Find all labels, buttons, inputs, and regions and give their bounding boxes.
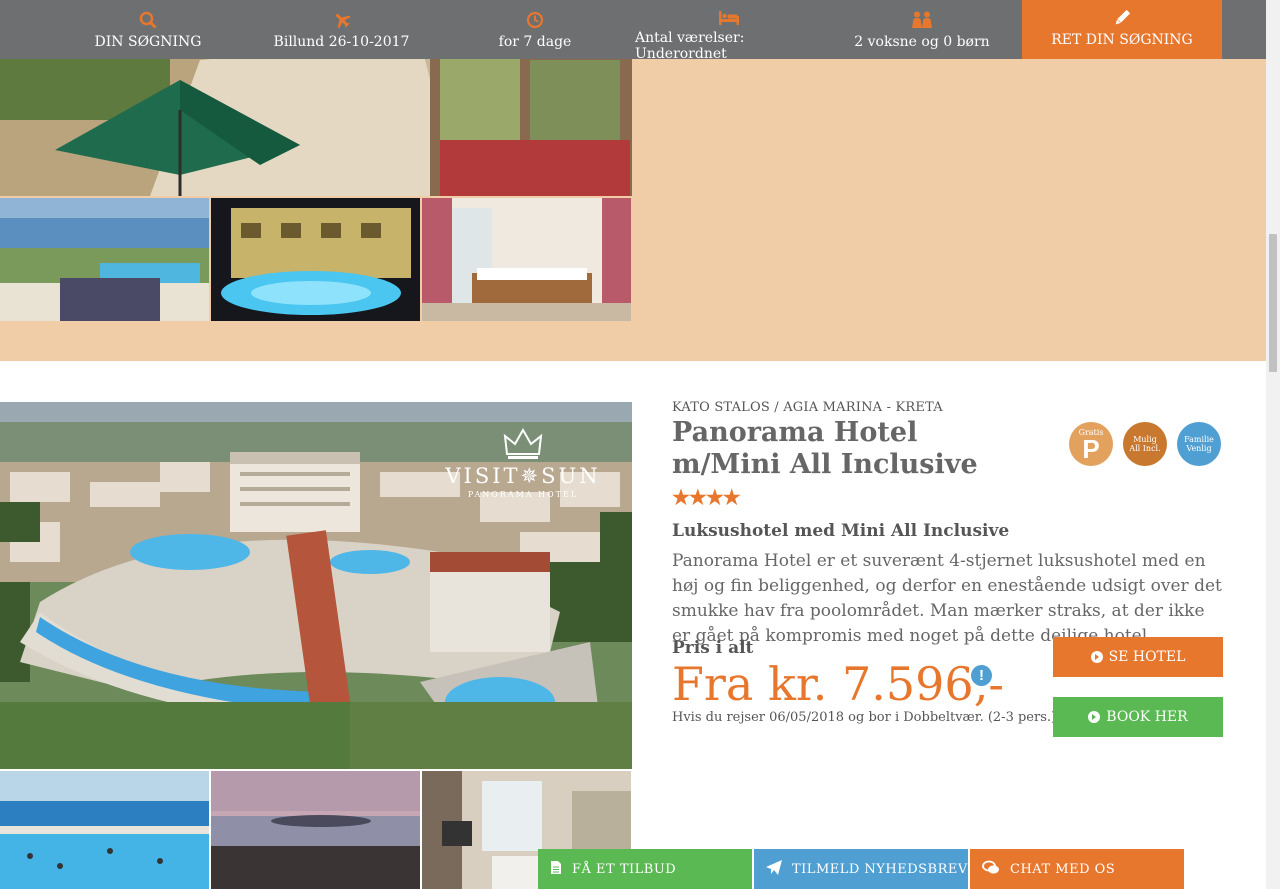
search-summary-item[interactable]: DIN SØGNING bbox=[48, 0, 248, 59]
edit-search-label: RET DIN SØGNING bbox=[1051, 32, 1193, 48]
edit-search-button[interactable]: RET DIN SØGNING bbox=[1022, 0, 1222, 59]
search-icon bbox=[139, 10, 157, 30]
hotel-title-text[interactable]: Panorama Hotel m/Mini All Inclusive bbox=[672, 417, 978, 480]
hotel-subtitle: Luksushotel med Mini All Inclusive bbox=[672, 521, 1010, 541]
newsletter-button[interactable]: TILMELD NYHEDSBREV bbox=[754, 849, 968, 889]
chat-button[interactable]: CHAT MED OS bbox=[970, 849, 1184, 889]
see-hotel-label: SE HOTEL bbox=[1108, 649, 1186, 665]
brand-subtitle: PANORAMA HOTEL bbox=[467, 490, 579, 499]
hotel-description: Panorama Hotel er et suverænt 4-stjernet… bbox=[672, 551, 1222, 646]
see-hotel-button[interactable]: SE HOTEL bbox=[1053, 637, 1223, 677]
thumbnail-row bbox=[0, 771, 631, 889]
price-block: Pris i alt Fra kr. 7.596,- Hvis du rejse… bbox=[672, 638, 1056, 725]
departure-label: Billund 26-10-2017 bbox=[273, 34, 410, 50]
get-offer-button[interactable]: FÅ ET TILBUD bbox=[538, 849, 752, 889]
hotel-title[interactable]: Panorama Hotel m/Mini All Inclusive ★★★★ bbox=[672, 417, 1032, 515]
departure-summary-item[interactable]: Billund 26-10-2017 bbox=[248, 0, 435, 59]
parking-icon: P bbox=[1082, 433, 1100, 464]
search-summary-label: DIN SØGNING bbox=[94, 34, 202, 50]
floating-action-bar: FÅ ET TILBUD TILMELD NYHEDSBREV CHAT MED… bbox=[538, 849, 1184, 889]
price-note: Hvis du rejser 06/05/2018 og bor i Dobbe… bbox=[672, 710, 1057, 725]
scrollbar-thumb[interactable] bbox=[1269, 234, 1277, 372]
brand-name: VISIT✵SUN bbox=[445, 464, 601, 488]
family-friendly-badge: Familie Venlig bbox=[1177, 422, 1221, 466]
rooms-summary-item[interactable]: Antal værelser: Underordnet bbox=[635, 0, 822, 62]
chat-label: CHAT MED OS bbox=[1010, 861, 1116, 877]
clock-icon bbox=[526, 10, 544, 30]
badge-main: All Incl. bbox=[1129, 444, 1161, 453]
get-offer-label: FÅ ET TILBUD bbox=[572, 861, 677, 877]
paper-plane-icon bbox=[766, 859, 782, 879]
newsletter-label: TILMELD NYHEDSBREV bbox=[792, 861, 968, 877]
hotel-thumbnail[interactable] bbox=[0, 198, 209, 321]
pencil-icon bbox=[1113, 8, 1131, 28]
bed-icon bbox=[718, 10, 740, 26]
hotel-thumbnail[interactable] bbox=[211, 198, 420, 321]
rooms-label: Antal værelser: Underordnet bbox=[635, 30, 745, 62]
price-value: Fra kr. 7.596,- bbox=[672, 657, 1004, 711]
star-rating: ★★★★ bbox=[672, 485, 741, 509]
thumbnail-row bbox=[0, 198, 631, 321]
book-button[interactable]: BOOK HER bbox=[1053, 697, 1223, 737]
plane-icon bbox=[333, 10, 351, 30]
page-scrollbar[interactable] bbox=[1266, 0, 1280, 889]
arrow-circle-icon bbox=[1090, 651, 1103, 663]
all-inclusive-badge: Mulig All Incl. bbox=[1123, 422, 1167, 466]
hotel-thumbnail[interactable] bbox=[0, 771, 209, 889]
crown-icon bbox=[438, 427, 608, 464]
badge-main: Venlig bbox=[1186, 444, 1212, 453]
people-icon bbox=[910, 10, 934, 30]
badge-caption: Mulig bbox=[1133, 435, 1157, 444]
travellers-label: 2 voksne og 0 børn bbox=[854, 34, 990, 50]
document-icon bbox=[550, 860, 562, 879]
hotel-thumbnail[interactable] bbox=[211, 771, 420, 889]
duration-label: for 7 dage bbox=[498, 34, 572, 50]
chat-icon bbox=[982, 860, 1000, 879]
arrow-circle-icon bbox=[1088, 711, 1101, 723]
badge-caption: Familie bbox=[1184, 435, 1214, 444]
book-label: BOOK HER bbox=[1106, 709, 1188, 725]
search-summary-bar: DIN SØGNING Billund 26-10-2017 for 7 dag… bbox=[0, 0, 1266, 62]
hotel-thumbnail[interactable] bbox=[422, 198, 631, 321]
duration-summary-item[interactable]: for 7 dage bbox=[435, 0, 635, 59]
hotel-brand-logo: VISIT✵SUN PANORAMA HOTEL bbox=[438, 427, 608, 499]
hotel-location: KATO STALOS / AGIA MARINA - KRETA bbox=[672, 400, 943, 415]
price-info-icon[interactable]: ! bbox=[971, 665, 992, 686]
travellers-summary-item[interactable]: 2 voksne og 0 børn bbox=[822, 0, 1022, 59]
free-parking-badge: Gratis P bbox=[1069, 422, 1113, 466]
price-label: Pris i alt bbox=[672, 638, 754, 658]
